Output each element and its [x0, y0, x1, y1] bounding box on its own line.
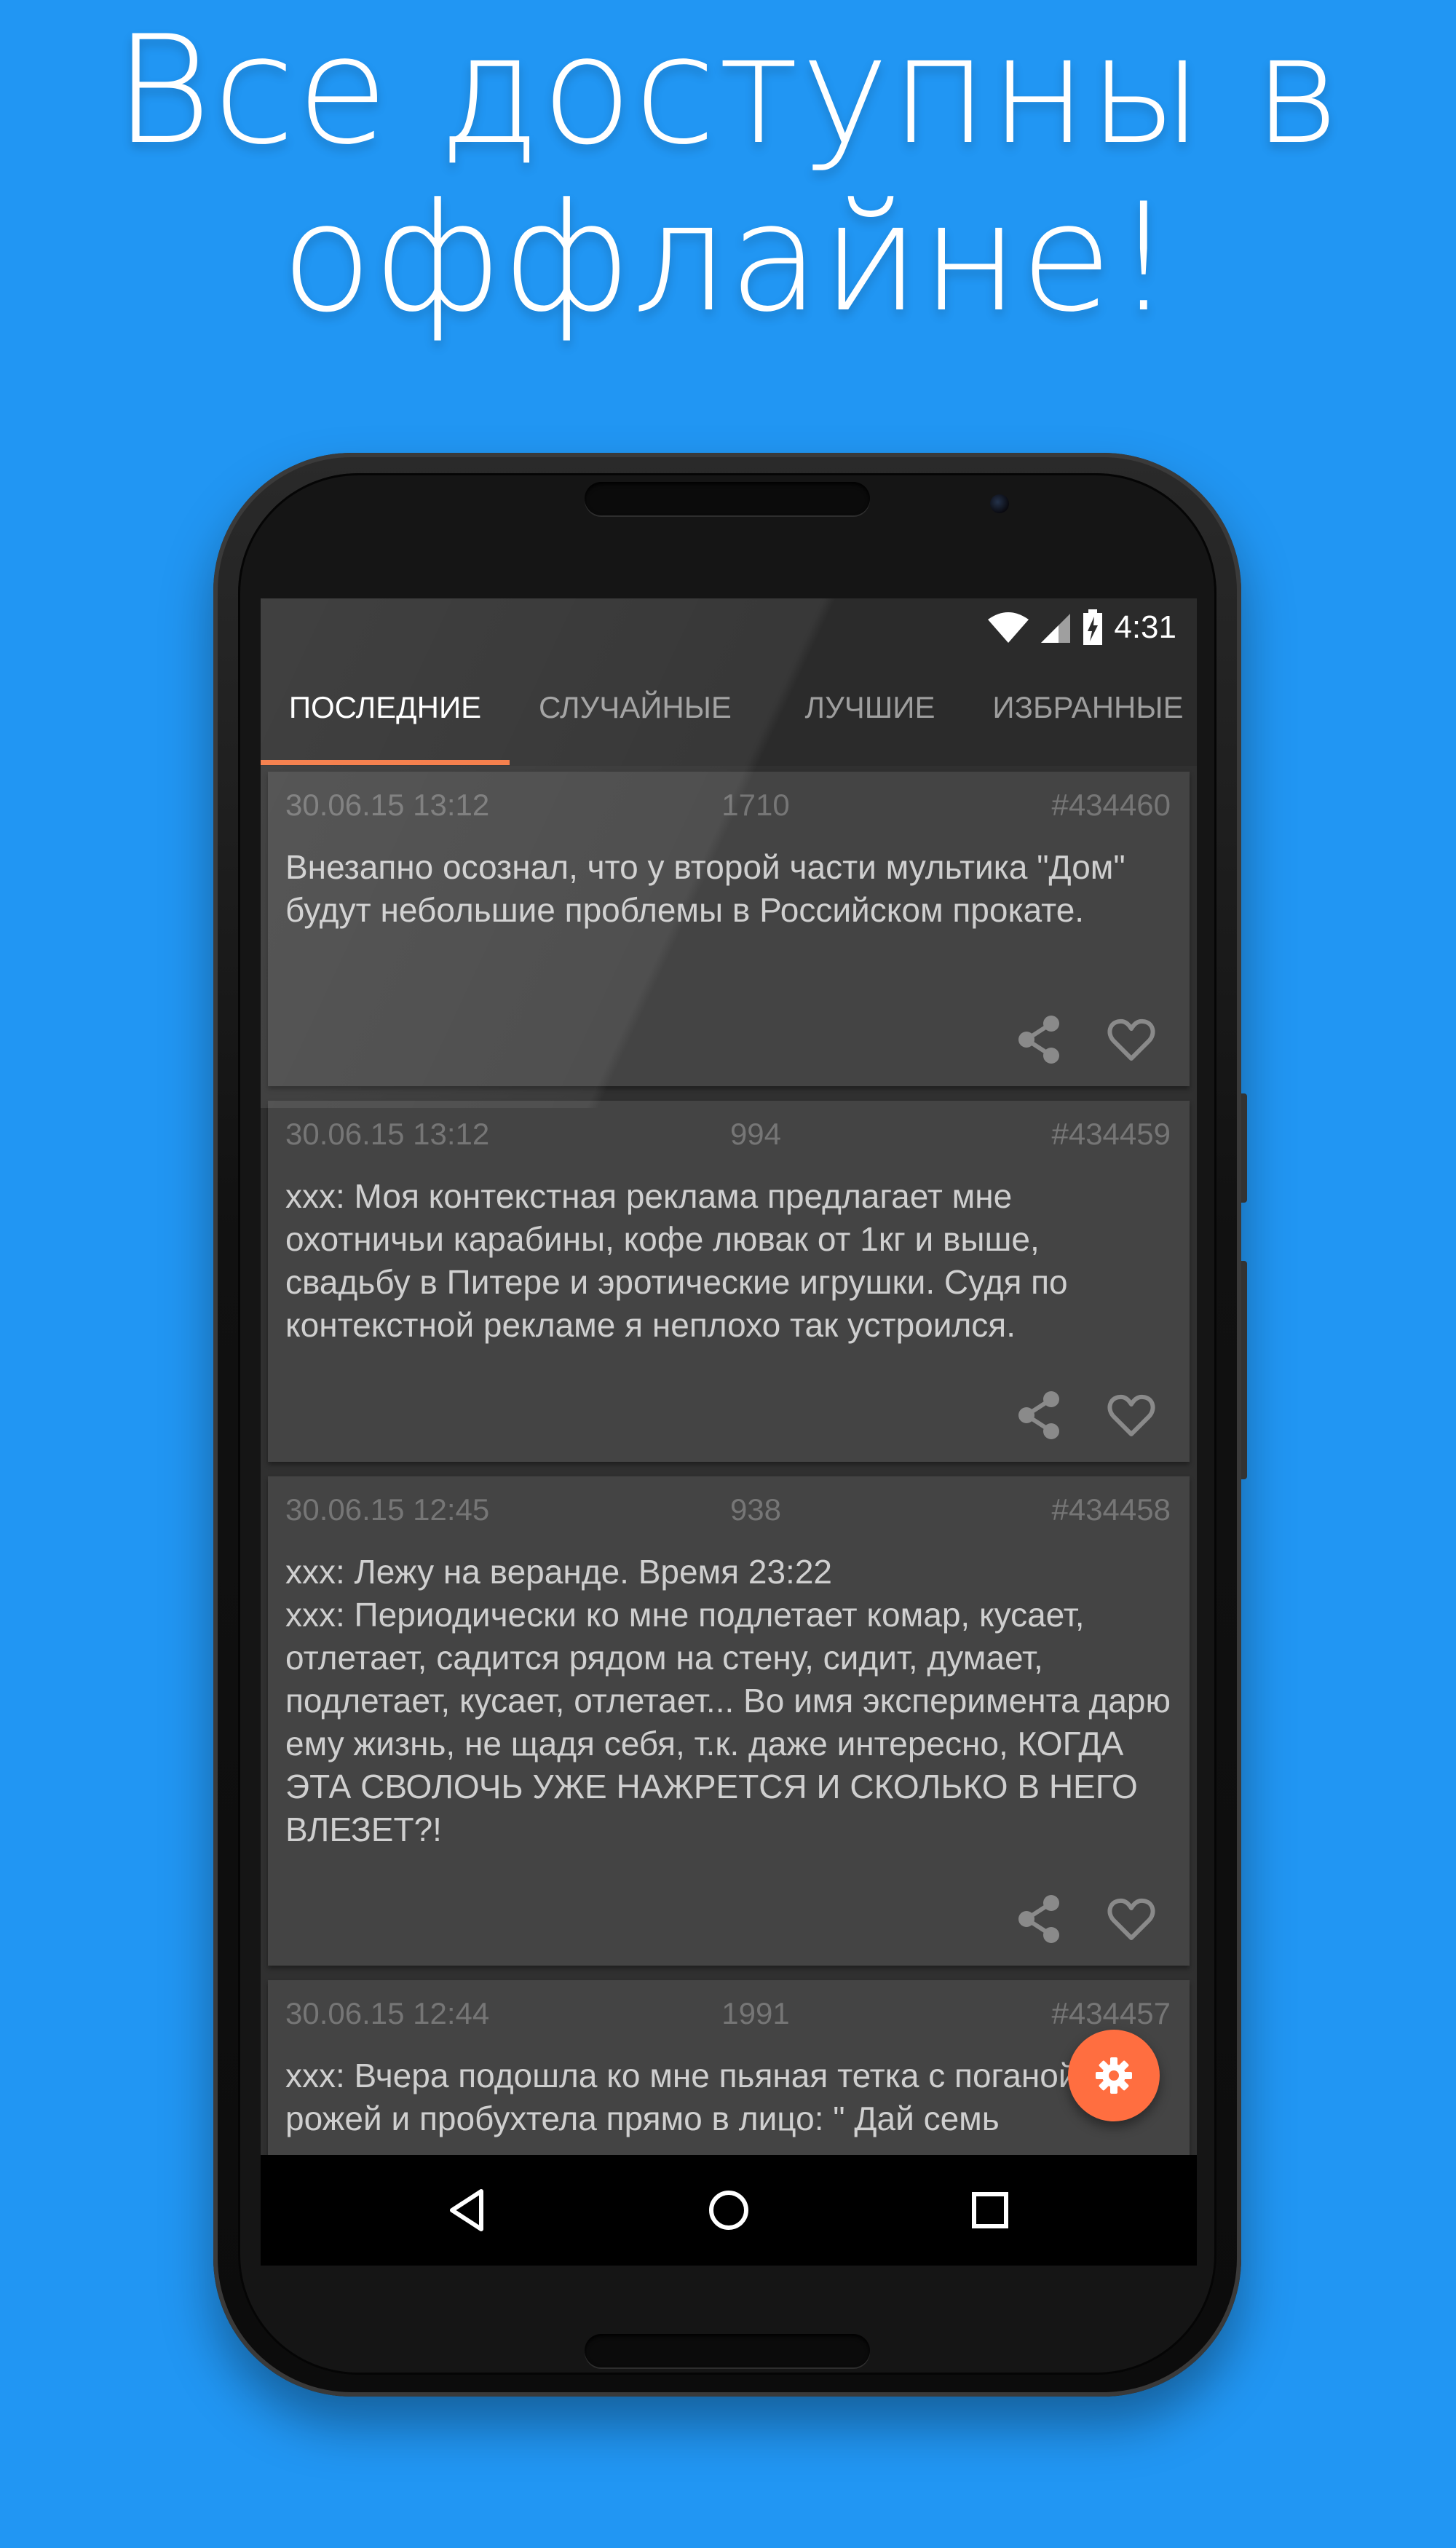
quote-card[interactable]: 30.06.15 13:12 994 #434459 xxx: Моя конт…	[268, 1101, 1190, 1462]
system-nav-bar	[261, 2155, 1197, 2266]
promo-headline-line2: оффлайне!	[281, 172, 1175, 345]
quote-date: 30.06.15 13:12	[285, 1117, 490, 1151]
share-icon[interactable]	[1010, 1010, 1069, 1069]
power-button	[1241, 1261, 1247, 1479]
quote-date: 30.06.15 13:12	[285, 788, 490, 822]
quote-text: xxx: Вчера подошла ко мне пьяная тетка с…	[285, 2057, 1077, 2137]
quote-text: xxx: Лежу на веранде. Время 23:22 xxx: П…	[285, 1553, 1171, 1848]
home-icon[interactable]	[700, 2181, 758, 2239]
tab-indicator	[261, 760, 510, 765]
promo-headline: Все доступны в оффлайне!	[0, 7, 1456, 342]
quote-id: #434458	[1051, 1492, 1171, 1527]
quote-card[interactable]: 30.06.15 13:12 1710 #434460 Внезапно осо…	[268, 772, 1190, 1086]
quote-date: 30.06.15 12:45	[285, 1492, 490, 1527]
heart-outline-icon[interactable]	[1102, 1890, 1160, 1948]
tab-random[interactable]: СЛУЧАЙНЫЕ	[510, 657, 761, 766]
settings-fab[interactable]	[1068, 2030, 1160, 2121]
share-icon[interactable]	[1010, 1890, 1069, 1948]
status-bar: 4:31	[261, 598, 1197, 657]
cell-signal-icon	[1041, 614, 1071, 643]
heart-outline-icon[interactable]	[1102, 1386, 1160, 1444]
quote-text: xxx: Моя контекстная реклама предлагает …	[285, 1177, 1068, 1344]
gear-icon	[1096, 2057, 1132, 2094]
tab-latest[interactable]: ПОСЛЕДНИЕ	[261, 657, 510, 766]
recents-icon[interactable]	[961, 2181, 1019, 2239]
quote-rating: 1710	[721, 788, 790, 822]
tab-best[interactable]: ЛУЧШИЕ	[761, 657, 979, 766]
tab-bar: ПОСЛЕДНИЕ СЛУЧАЙНЫЕ ЛУЧШИЕ ИЗБРАННЫЕ	[261, 657, 1197, 766]
quote-rating: 938	[729, 1492, 782, 1527]
tab-favorites[interactable]: ИЗБРАННЫЕ	[979, 657, 1197, 766]
promo-headline-line1: Все доступны в	[114, 4, 1342, 178]
top-speaker	[585, 482, 870, 515]
back-icon[interactable]	[439, 2181, 497, 2239]
quote-card[interactable]: 30.06.15 12:45 938 #434458 xxx: Лежу на …	[268, 1476, 1190, 1966]
quote-date: 30.06.15 12:44	[285, 1996, 490, 2030]
quote-rating: 994	[729, 1117, 782, 1151]
status-time: 4:31	[1114, 609, 1176, 645]
wifi-icon	[988, 612, 1029, 643]
app-screen: 4:31 ПОСЛЕДНИЕ СЛУЧАЙНЫЕ ЛУЧШИЕ ИЗБРАННЫ…	[261, 598, 1197, 2266]
quote-id: #434457	[1051, 1996, 1171, 2030]
quote-id: #434459	[1051, 1117, 1171, 1151]
front-camera	[990, 494, 1009, 513]
bottom-speaker	[585, 2334, 870, 2367]
heart-outline-icon[interactable]	[1102, 1010, 1160, 1069]
share-icon[interactable]	[1010, 1386, 1069, 1444]
volume-button	[1241, 1093, 1247, 1203]
quote-text: Внезапно осознал, что у второй части мул…	[285, 848, 1125, 929]
battery-charging-icon	[1083, 609, 1103, 645]
quote-id: #434460	[1051, 788, 1171, 822]
quote-rating: 1991	[721, 1996, 790, 2030]
